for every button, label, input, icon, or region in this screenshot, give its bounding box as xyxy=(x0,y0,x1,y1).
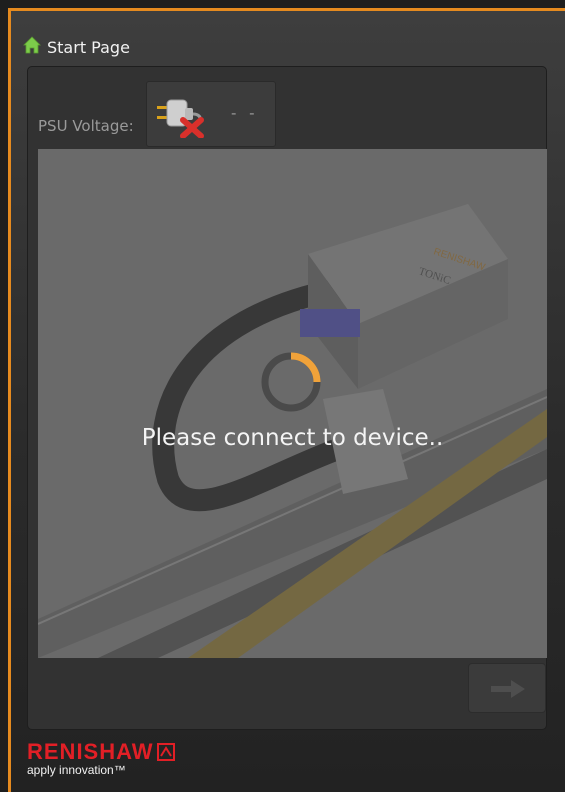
renishaw-logo-icon xyxy=(156,743,175,761)
brand-tagline: apply innovation™ xyxy=(27,763,126,777)
psu-voltage-value: - - xyxy=(231,104,259,122)
footer-logo: RENISHAW apply innovation™ xyxy=(27,739,175,777)
page-title: Start Page xyxy=(47,37,130,57)
next-button[interactable] xyxy=(468,663,546,713)
arrow-right-icon xyxy=(491,680,525,698)
loading-spinner-icon xyxy=(261,352,321,412)
psu-voltage-label: PSU Voltage: xyxy=(38,117,134,135)
home-icon[interactable] xyxy=(23,36,41,58)
device-image-area: RENISHAW TONiC Please connect to device.… xyxy=(38,149,547,658)
psu-voltage-display: - - xyxy=(146,81,276,147)
connection-status-message: Please connect to device.. xyxy=(141,425,444,451)
content-panel: PSU Voltage: - - RENISHAW TONiC Please c… xyxy=(27,66,547,730)
page-header: Start Page xyxy=(23,35,130,59)
app-window: Start Page PSU Voltage: - - RENISHAW TON… xyxy=(8,8,565,792)
brand-name: RENISHAW xyxy=(27,739,154,764)
unplugged-power-icon xyxy=(157,99,204,138)
